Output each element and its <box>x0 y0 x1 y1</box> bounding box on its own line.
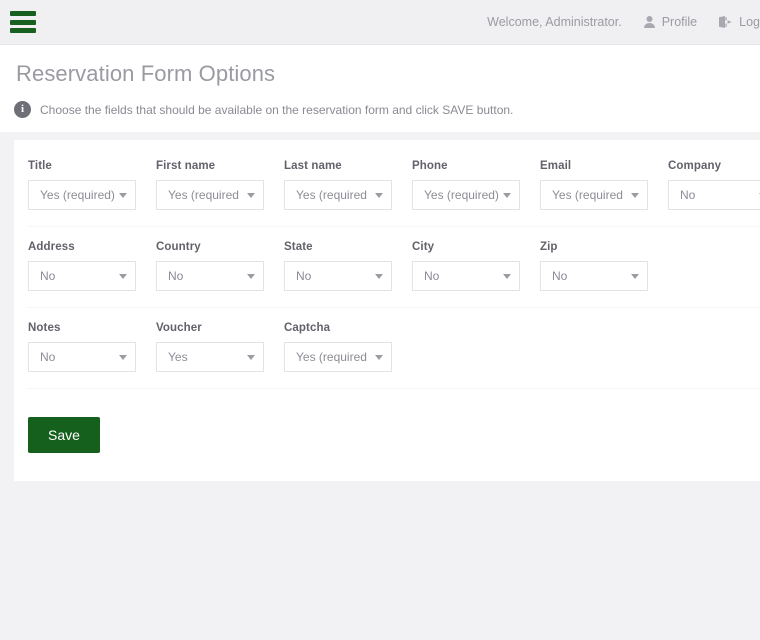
select-zip[interactable]: No <box>540 261 648 291</box>
profile-label: Profile <box>661 15 698 29</box>
select-value: No <box>680 188 696 202</box>
hamburger-bar <box>10 28 36 33</box>
welcome-message: Welcome, Administrator. <box>487 15 622 29</box>
field-label: First name <box>156 160 216 172</box>
hint-text: Choose the fields that should be availab… <box>40 102 514 117</box>
info-icon: i <box>14 101 31 118</box>
field-row: Title Yes (required) First name Yes (req… <box>28 160 760 227</box>
field-captcha: Captcha Yes (required <box>284 322 412 372</box>
select-value: No <box>40 350 56 364</box>
select-value: Yes (required <box>552 188 623 202</box>
field-label: Country <box>156 241 201 253</box>
field-address: Address No <box>28 241 156 291</box>
page-title: Reservation Form Options <box>16 61 276 86</box>
select-value: Yes <box>168 350 188 364</box>
user-icon <box>643 16 655 28</box>
field-label: Phone <box>412 160 448 172</box>
chevron-down-icon <box>119 193 127 198</box>
save-button[interactable]: Save <box>28 417 100 453</box>
chevron-down-icon <box>375 355 383 360</box>
select-value: Yes (required <box>296 350 367 364</box>
select-value: No <box>168 269 184 283</box>
top-navigation: Welcome, Administrator. Profile Log <box>487 15 760 29</box>
field-last-name: Last name Yes (required <box>284 160 412 210</box>
select-country[interactable]: No <box>156 261 264 291</box>
field-email: Email Yes (required <box>540 160 668 210</box>
panel-wrapper: Title Yes (required) First name Yes (req… <box>0 132 760 481</box>
field-notes: Notes No <box>28 322 156 372</box>
hamburger-bar <box>10 19 36 25</box>
page-hint: i Choose the fields that should be avail… <box>14 101 760 118</box>
field-label: City <box>412 241 435 253</box>
select-notes[interactable]: No <box>28 342 136 372</box>
select-value: No <box>552 269 568 283</box>
select-captcha[interactable]: Yes (required <box>284 342 392 372</box>
field-state: State No <box>284 241 412 291</box>
profile-link[interactable]: Profile <box>643 15 698 29</box>
select-address[interactable]: No <box>28 261 136 291</box>
chevron-down-icon <box>119 274 127 279</box>
field-phone: Phone Yes (required) <box>412 160 540 210</box>
field-title: Title Yes (required) <box>28 160 156 210</box>
chevron-down-icon <box>375 274 383 279</box>
chevron-down-icon <box>247 274 255 279</box>
field-label: Notes <box>28 322 61 334</box>
select-value: No <box>424 269 440 283</box>
field-first-name: First name Yes (required <box>156 160 284 210</box>
select-value: Yes (required <box>168 188 239 202</box>
field-label: Title <box>28 160 52 172</box>
select-state[interactable]: No <box>284 261 392 291</box>
hamburger-icon[interactable] <box>10 11 36 33</box>
select-phone[interactable]: Yes (required) <box>412 180 520 210</box>
logout-icon <box>719 16 732 28</box>
top-bar: Welcome, Administrator. Profile Log <box>0 0 760 45</box>
field-city: City No <box>412 241 540 291</box>
select-email[interactable]: Yes (required <box>540 180 648 210</box>
field-row: Address No Country No State No City No Z… <box>28 241 760 308</box>
field-company: Company No <box>668 160 760 210</box>
select-city[interactable]: No <box>412 261 520 291</box>
reservation-form-panel: Title Yes (required) First name Yes (req… <box>14 140 760 481</box>
chevron-down-icon <box>247 193 255 198</box>
field-label: Email <box>540 160 572 172</box>
select-first-name[interactable]: Yes (required <box>156 180 264 210</box>
chevron-down-icon <box>375 193 383 198</box>
hamburger-bar <box>10 11 36 16</box>
chevron-down-icon <box>247 355 255 360</box>
select-value: Yes (required <box>296 188 367 202</box>
chevron-down-icon <box>631 193 639 198</box>
select-company[interactable]: No <box>668 180 760 210</box>
field-row: Notes No Voucher Yes Captcha Yes (requir… <box>28 322 760 389</box>
field-label: Zip <box>540 241 558 253</box>
select-value: No <box>296 269 312 283</box>
field-voucher: Voucher Yes <box>156 322 284 372</box>
field-label: Captcha <box>284 322 331 334</box>
field-country: Country No <box>156 241 284 291</box>
chevron-down-icon <box>503 193 511 198</box>
select-value: No <box>40 269 56 283</box>
chevron-down-icon <box>631 274 639 279</box>
select-last-name[interactable]: Yes (required <box>284 180 392 210</box>
chevron-down-icon <box>503 274 511 279</box>
select-title[interactable]: Yes (required) <box>28 180 136 210</box>
logout-link[interactable]: Log <box>719 15 760 29</box>
field-label: Voucher <box>156 322 202 334</box>
field-zip: Zip No <box>540 241 668 291</box>
select-voucher[interactable]: Yes <box>156 342 264 372</box>
chevron-down-icon <box>119 355 127 360</box>
field-label: State <box>284 241 313 253</box>
field-label: Address <box>28 241 75 253</box>
field-label: Company <box>668 160 722 172</box>
save-area: Save <box>28 403 760 453</box>
logout-label: Log <box>739 15 760 29</box>
page-header: Reservation Form Options i Choose the fi… <box>0 45 760 132</box>
field-label: Last name <box>284 160 342 172</box>
